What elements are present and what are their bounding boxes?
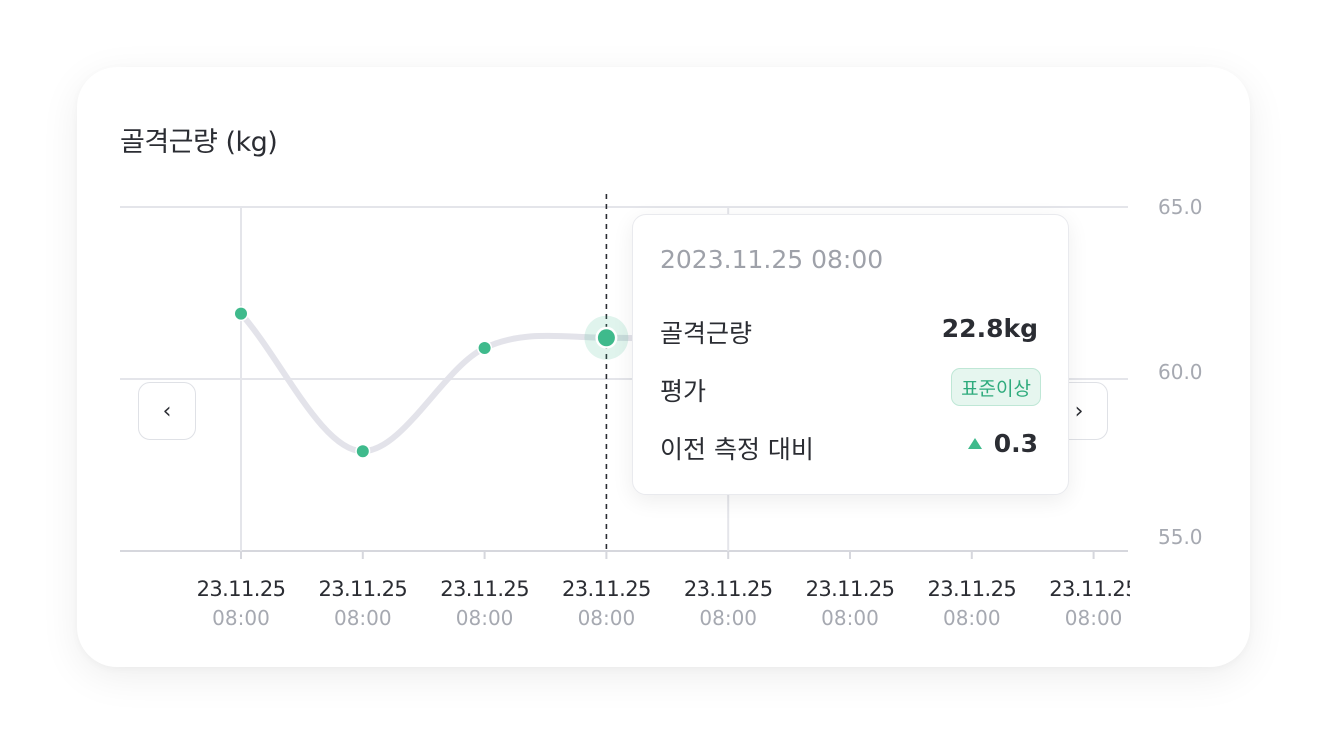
x-tick-label-date: 23.11.25 (1049, 577, 1130, 601)
x-tick-label-date: 23.11.25 (197, 577, 286, 601)
tooltip-grade-label: 평가 (660, 377, 707, 406)
x-tick-label-date: 23.11.25 (927, 577, 1016, 601)
data-tooltip: 2023.11.25 08:00 골격근량 22.8kg 평가 표준이상 이전 … (632, 214, 1069, 495)
chevron-left-icon: ‹ (162, 398, 172, 424)
tooltip-change: 0.3 (967, 429, 1038, 458)
data-point (478, 342, 491, 355)
x-tick-label-date: 23.11.25 (318, 577, 407, 601)
selected-data-point (597, 329, 615, 347)
tooltip-date: 2023.11.25 08:00 (660, 245, 884, 274)
grade-badge: 표준이상 (951, 368, 1041, 406)
tooltip-change-value: 0.3 (993, 429, 1038, 458)
x-tick-label-date: 23.11.25 (806, 577, 895, 601)
y-tick-label: 65.0 (1158, 195, 1203, 219)
x-tick-label-time: 08:00 (334, 606, 392, 630)
x-tick-label-time: 08:00 (943, 606, 1001, 630)
x-tick-label-date: 23.11.25 (562, 577, 651, 601)
chevron-right-icon: › (1074, 398, 1084, 424)
tooltip-change-label: 이전 측정 대비 (660, 435, 814, 464)
x-tick-label-time: 08:00 (456, 606, 514, 630)
x-tick-label-date: 23.11.25 (684, 577, 773, 601)
y-tick-label: 60.0 (1158, 360, 1203, 384)
prev-button[interactable]: ‹ (138, 382, 196, 440)
x-tick-label-time: 08:00 (821, 606, 879, 630)
data-point (235, 307, 247, 320)
x-tick-label-time: 08:00 (212, 606, 270, 630)
y-tick-label: 55.0 (1158, 525, 1203, 549)
chart-title: 골격근량 (kg) (120, 127, 278, 158)
data-point (356, 445, 369, 458)
tooltip-muscle-value: 22.8kg (941, 314, 1038, 343)
x-tick-label-time: 08:00 (578, 606, 636, 630)
x-tick-label-time: 08:00 (1065, 606, 1123, 630)
x-tick-label-time: 08:00 (699, 606, 757, 630)
up-triangle-icon (967, 438, 982, 449)
x-tick-label-date: 23.11.25 (440, 577, 529, 601)
tooltip-muscle-label: 골격근량 (660, 319, 753, 348)
